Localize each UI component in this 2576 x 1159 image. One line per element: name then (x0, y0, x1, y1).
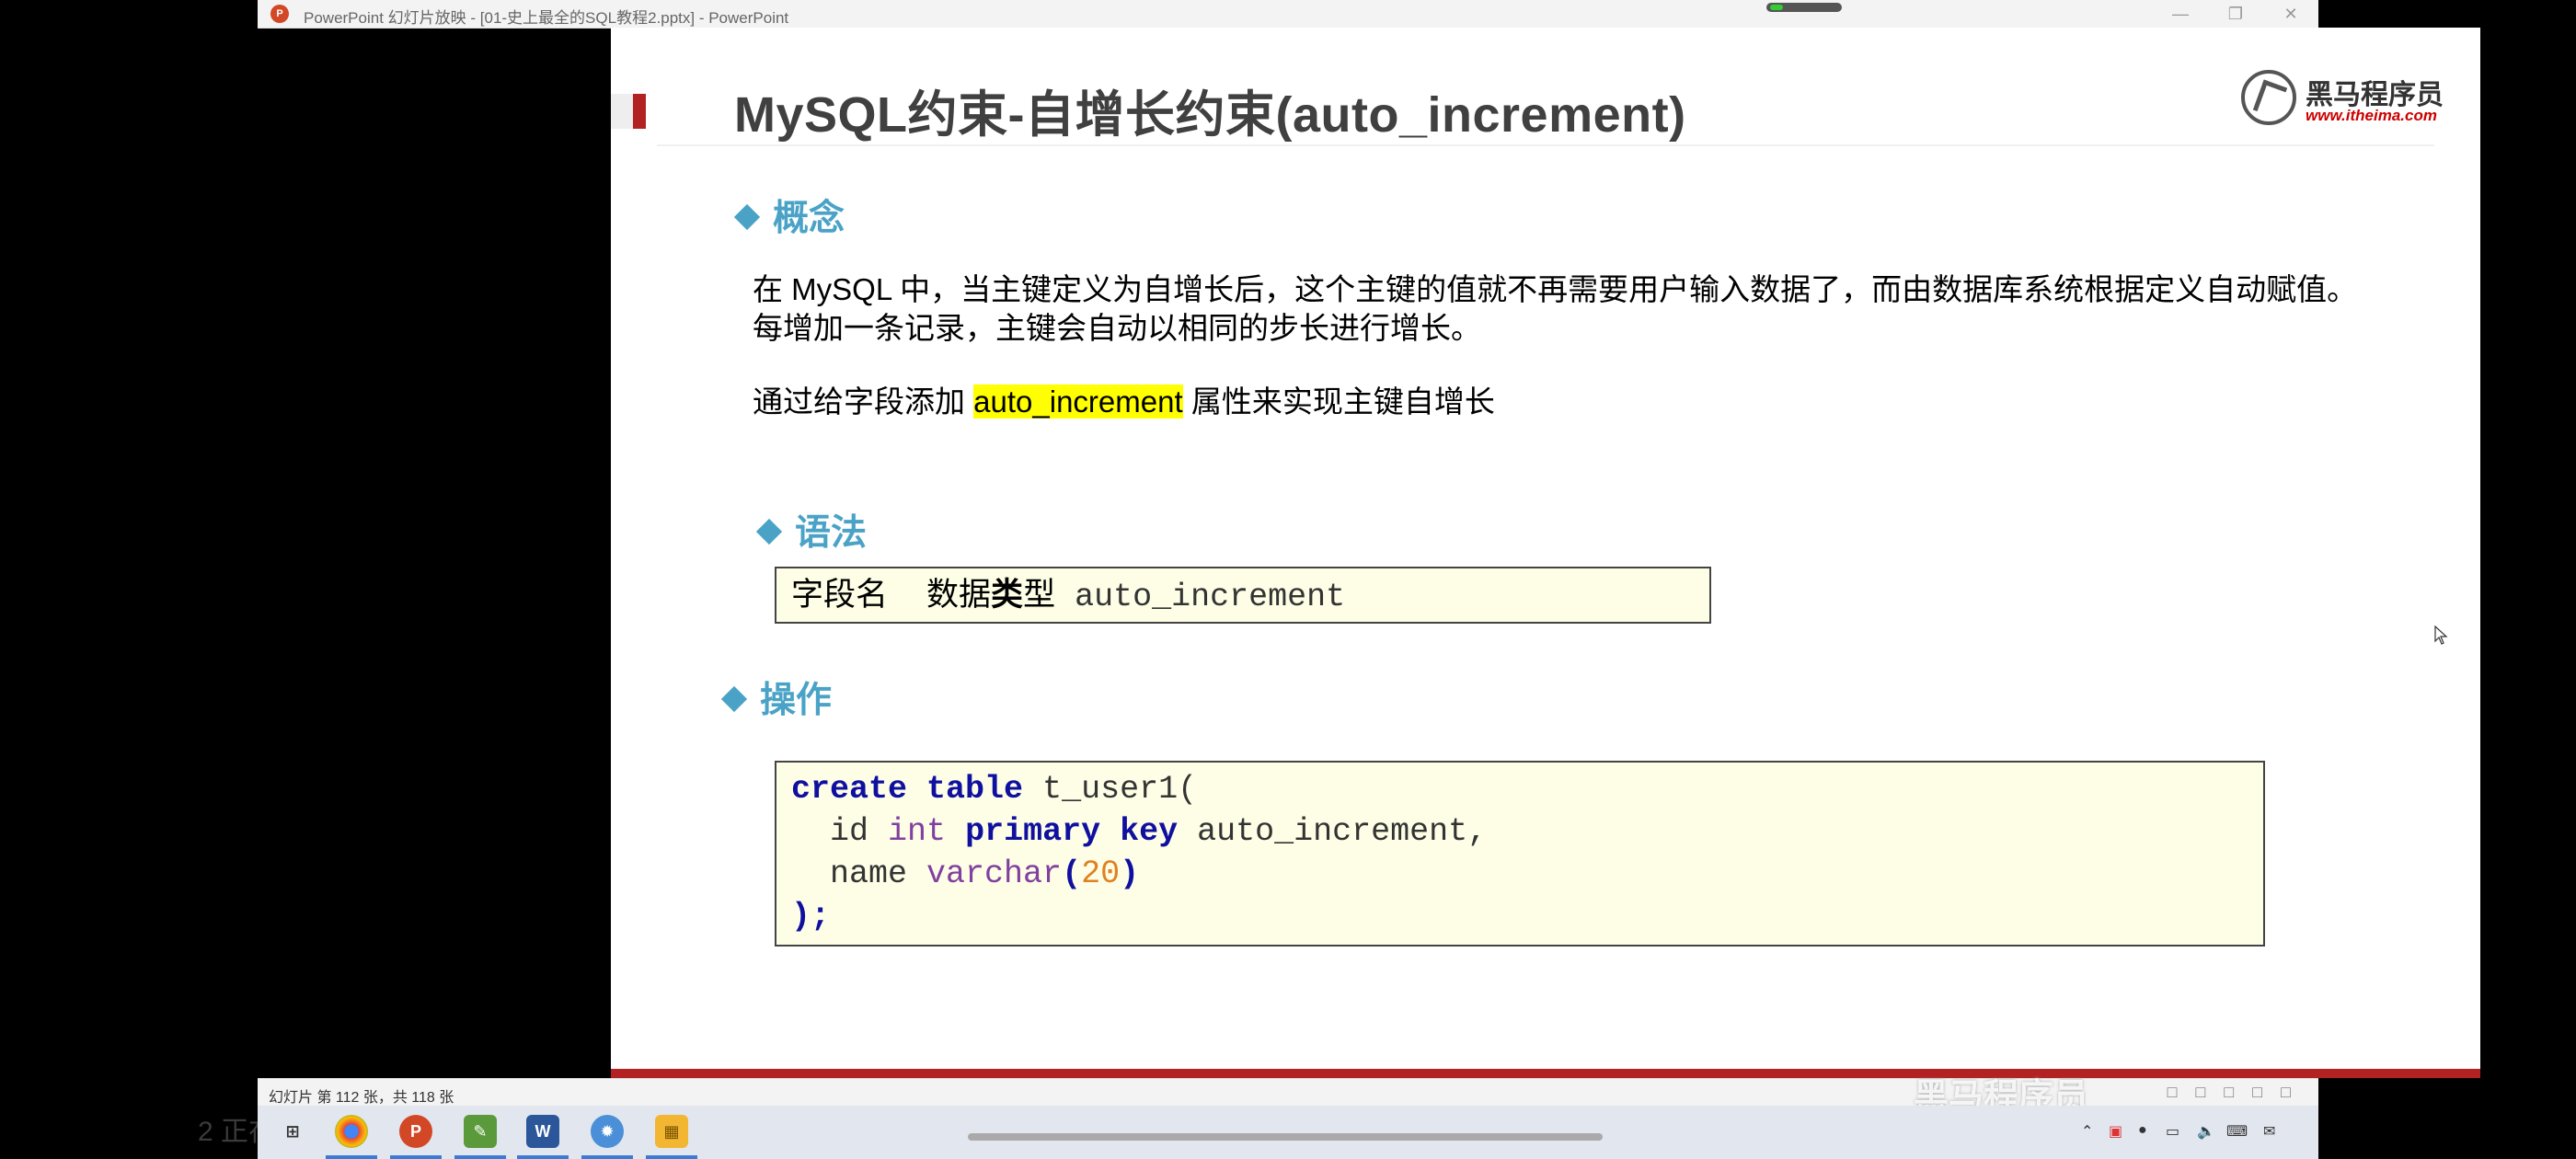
diamond-bullet-icon (720, 685, 748, 713)
tray-chevron-icon[interactable]: ⌃ (2081, 1122, 2093, 1141)
operation-heading: 操作 (720, 671, 832, 723)
folder-icon[interactable]: ▦ (655, 1115, 688, 1148)
code-line-2: id int primary key auto_increment, (791, 813, 1488, 850)
code-line-1: create table t_user1( (791, 771, 1198, 808)
folder-active-indicator (646, 1155, 697, 1159)
slide-counter: 幻灯片 第 112 张，共 118 张 (269, 1090, 454, 1106)
volume-icon[interactable]: 🔈 (2197, 1122, 2215, 1141)
concept-line-1: 在 MySQL 中，当主键定义为自增长后，这个主键的值就不再需要用户输入数据了，… (753, 272, 2358, 306)
app-icon[interactable]: ✹ (591, 1115, 624, 1148)
microphone-icon[interactable]: ● (2138, 1122, 2147, 1139)
title-bar[interactable]: P PowerPoint 幻灯片放映 - [01-史上最全的SQL教程2.ppt… (258, 0, 2318, 29)
input-method-icon[interactable]: ⌨ (2226, 1122, 2248, 1141)
word-icon[interactable]: W (526, 1115, 559, 1148)
view-buttons[interactable]: □□□□□ (2168, 1083, 2309, 1102)
slide[interactable]: MySQL约束-自增长约束(auto_increment) 黑马程序员 www.… (611, 28, 2480, 1078)
chrome-icon[interactable] (335, 1115, 368, 1148)
word-active-indicator (517, 1155, 569, 1159)
powerpoint-active-indicator (390, 1155, 442, 1159)
diamond-bullet-icon (733, 203, 761, 231)
logo: 黑马程序员 www.itheima.com (2241, 70, 2444, 129)
window-title: PowerPoint 幻灯片放映 - [01-史上最全的SQL教程2.pptx]… (304, 9, 789, 27)
powerpoint-icon: P (270, 5, 289, 23)
restore-icon[interactable]: ❐ (2208, 0, 2263, 28)
code-example: create table t_user1( id int primary key… (775, 761, 2265, 947)
connection-pill[interactable] (1766, 3, 1842, 12)
chrome-active-indicator (326, 1155, 377, 1159)
slide-title: MySQL约束-自增长约束(auto_increment) (734, 87, 1686, 143)
minimize-icon[interactable]: — (2153, 0, 2208, 28)
title-divider (657, 144, 2434, 146)
powerpoint-window: P PowerPoint 幻灯片放映 - [01-史上最全的SQL教程2.ppt… (258, 0, 2480, 1117)
battery-icon[interactable]: ▭ (2166, 1122, 2179, 1141)
notification-icon[interactable]: ✉ (2263, 1122, 2275, 1141)
syntax-box: 字段名 数据类型 auto_increment (775, 567, 1711, 624)
tray-app-icon[interactable]: ▣ (2109, 1122, 2122, 1141)
close-icon[interactable]: ✕ (2263, 0, 2318, 28)
taskbar: ⊞ P ✎ W ✹ ▦ ⌃ ▣ ● ▭ 🔈 ⌨ ✉ (258, 1106, 2318, 1159)
slide-bottom-bar (611, 1069, 2480, 1078)
concept-line-3: 通过给字段添加 auto_increment 属性来实现主键自增长 (753, 384, 1495, 419)
status-bar: 幻灯片 第 112 张，共 118 张 黑马程序员 □□□□□ (258, 1078, 2318, 1117)
horse-logo-icon (2241, 70, 2296, 125)
horizontal-scrollbar[interactable] (968, 1133, 1603, 1141)
accent-bar (633, 94, 646, 129)
code-line-3: name varchar(20) (791, 855, 1140, 892)
code-line-4: ); (791, 898, 831, 935)
logo-url: www.itheima.com (2306, 107, 2437, 124)
powerpoint-taskbar-icon[interactable]: P (399, 1115, 432, 1148)
app-active-indicator (581, 1155, 633, 1159)
concept-heading: 概念 (733, 189, 845, 241)
syntax-heading: 语法 (755, 504, 867, 556)
accent-shadow (611, 94, 633, 129)
concept-line-2: 每增加一条记录，主键会自动以相同的步长进行增长。 (753, 311, 1481, 345)
diamond-bullet-icon (755, 518, 783, 545)
editor-active-indicator (454, 1155, 506, 1159)
start-icon[interactable]: ⊞ (276, 1115, 309, 1148)
editor-icon[interactable]: ✎ (464, 1115, 497, 1148)
highlight-auto-increment: auto_increment (973, 384, 1183, 419)
